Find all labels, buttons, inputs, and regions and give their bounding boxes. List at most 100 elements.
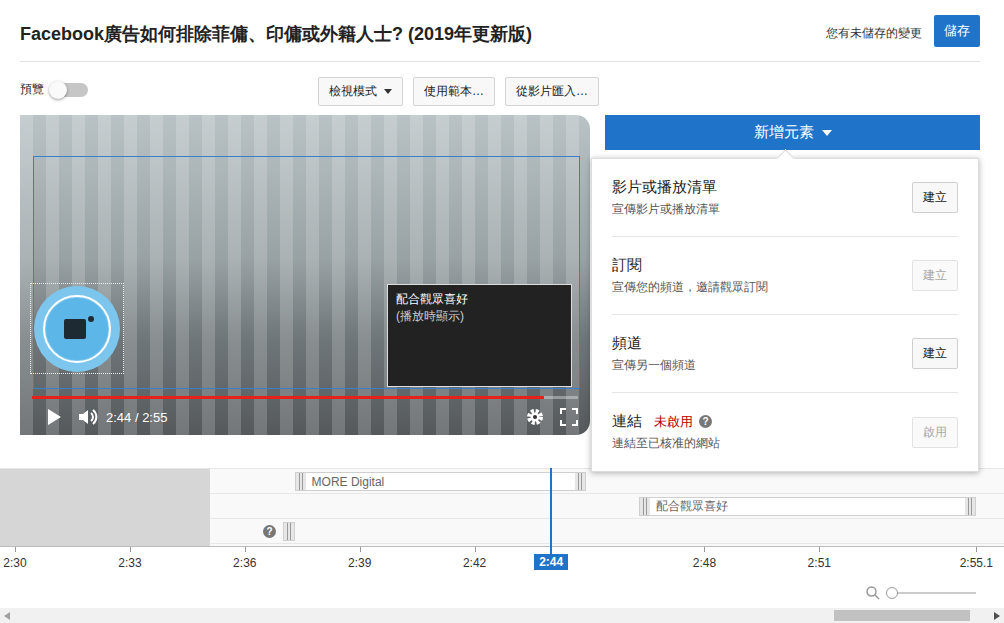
fullscreen-icon[interactable]: [560, 408, 578, 426]
tick-label: 2:33: [118, 556, 141, 570]
tick-label: 2:42: [463, 556, 486, 570]
video-element[interactable]: 配合觀眾喜好 (播放時顯示): [387, 284, 572, 387]
button-label: 從影片匯入…: [516, 83, 588, 100]
menu-item-text: 連結 未啟用 ? 連結至已核准的網站: [612, 412, 902, 452]
menu-item-description: 宣傳您的頻道，邀請觀眾訂閱: [612, 279, 902, 296]
end-screen-editor: Facebook廣告如何排除菲傭、印傭或外籍人士? (2019年更新版) 您有未…: [0, 0, 1004, 623]
scroll-track: [14, 608, 990, 623]
menu-item-title: 頻道: [612, 334, 902, 353]
scroll-right-icon[interactable]: [994, 612, 1000, 620]
tick-label: 2:51: [808, 556, 831, 570]
toolbar: 預覽 檢視模式 使用範本… 從影片匯入…: [0, 77, 1004, 105]
magnifier-icon: [866, 586, 880, 600]
tick-label: 2:55.1: [960, 556, 993, 570]
tick-label: 2:39: [348, 556, 371, 570]
tick-mark: [245, 547, 246, 552]
tick-label: 2:36: [233, 556, 256, 570]
timeline-element[interactable]: [283, 522, 295, 541]
drag-handle[interactable]: [296, 473, 306, 490]
caret-icon: [822, 130, 832, 136]
add-element-menu: 影片或播放清單 宣傳影片或播放清單 建立訂閱 宣傳您的頻道，邀請觀眾訂閱 建立頻…: [591, 158, 979, 472]
create-button[interactable]: 建立: [912, 260, 958, 291]
menu-notch: [776, 149, 794, 167]
player-controls: 2:44 / 2:55: [46, 407, 578, 427]
menu-item: 頻道 宣傳另一個頻道 建立: [612, 315, 958, 393]
horizontal-scrollbar[interactable]: [0, 608, 1004, 623]
add-element-button[interactable]: 新增元素: [605, 115, 980, 150]
drag-handle[interactable]: [640, 498, 650, 515]
menu-item-text: 訂閱 宣傳您的頻道，邀請觀眾訂閱: [612, 256, 902, 296]
time-axis: 2:30 2:33 2:36 2:39 2:42 2:48 2:51 2:55.…: [0, 546, 1004, 574]
tool-buttons: 檢視模式 使用範本… 從影片匯入…: [318, 77, 599, 106]
video-player: 配合觀眾喜好 (播放時顯示) 2:44 / 2:55: [20, 115, 590, 435]
timeline-element[interactable]: 配合觀眾喜好: [639, 497, 976, 516]
menu-item: 連結 未啟用 ? 連結至已核准的網站 啟用: [612, 393, 958, 471]
preview-toggle-group: 預覽: [20, 81, 318, 98]
element-title: 配合觀眾喜好: [396, 291, 563, 308]
progress-bar[interactable]: [32, 396, 578, 399]
tick-label: 2:48: [693, 556, 716, 570]
tick-mark: [976, 547, 977, 552]
settings-gear-icon[interactable]: [526, 408, 544, 426]
menu-item-title: 訂閱: [612, 256, 902, 275]
create-button[interactable]: 建立: [912, 182, 958, 213]
scroll-thumb[interactable]: [834, 610, 971, 621]
menu-item-description: 連結至已核准的網站: [612, 435, 902, 452]
toggle-knob: [49, 81, 67, 99]
menu-item-title: 連結 未啟用 ?: [612, 412, 902, 431]
video-title: Facebook廣告如何排除菲傭、印傭或外籍人士? (2019年更新版): [20, 22, 826, 46]
button-label: 新增元素: [754, 123, 814, 142]
tick-label: 2:30: [3, 556, 26, 570]
create-button[interactable]: 建立: [912, 338, 958, 369]
progress-fill: [32, 396, 544, 399]
scroll-left-icon[interactable]: [4, 612, 10, 620]
playhead-time[interactable]: 2:44: [534, 554, 568, 570]
subscribe-element[interactable]: [30, 283, 124, 374]
save-button[interactable]: 儲存: [934, 15, 980, 47]
volume-icon[interactable]: [78, 408, 98, 426]
menu-item-description: 宣傳另一個頻道: [612, 357, 902, 374]
video-frame: [20, 115, 590, 435]
menu-item-title: 影片或播放清單: [612, 178, 902, 197]
locked-region: [0, 469, 210, 546]
timeline-element-label: 配合觀眾喜好: [656, 498, 959, 515]
element-note: (播放時顯示): [396, 308, 563, 325]
help-icon[interactable]: ?: [699, 415, 712, 428]
create-button[interactable]: 啟用: [912, 417, 958, 448]
timeline-tracks: MORE Digital 配合觀眾喜好 ?: [0, 468, 1004, 546]
menu-item-description: 宣傳影片或播放清單: [612, 201, 902, 218]
tick-mark: [704, 547, 705, 552]
tick-mark: [15, 547, 16, 552]
menu-item-text: 頻道 宣傳另一個頻道: [612, 334, 902, 374]
zoom-knob[interactable]: [886, 587, 898, 599]
drag-handle[interactable]: [575, 473, 585, 490]
preview-toggle[interactable]: [50, 83, 88, 97]
caret-icon: [384, 89, 392, 94]
zoom-control: [866, 586, 976, 600]
toolbar-button[interactable]: 使用範本…: [413, 77, 495, 106]
zoom-slider[interactable]: [888, 592, 976, 594]
play-icon[interactable]: [46, 408, 62, 426]
unsaved-notice: 您有未儲存的變更: [826, 25, 922, 42]
drag-handle[interactable]: [965, 498, 975, 515]
tick-mark: [130, 547, 131, 552]
menu-item-text: 影片或播放清單 宣傳影片或播放清單: [612, 178, 902, 218]
toolbar-button[interactable]: 檢視模式: [318, 77, 403, 106]
drag-handle[interactable]: [284, 523, 294, 540]
tick-mark: [475, 547, 476, 552]
channel-avatar-icon: [33, 285, 121, 373]
menu-item: 訂閱 宣傳您的頻道，邀請觀眾訂閱 建立: [612, 237, 958, 315]
timeline-element-label: MORE Digital: [312, 475, 569, 489]
time-display: 2:44 / 2:55: [106, 410, 167, 425]
toolbar-button[interactable]: 從影片匯入…: [505, 77, 599, 106]
tick-mark: [360, 547, 361, 552]
status-label: 未啟用: [654, 413, 693, 431]
header: Facebook廣告如何排除菲傭、印傭或外籍人士? (2019年更新版) 您有未…: [20, 0, 980, 62]
button-label: 檢視模式: [329, 83, 377, 100]
preview-label: 預覽: [20, 81, 44, 98]
timeline-element[interactable]: MORE Digital: [295, 472, 586, 491]
playhead[interactable]: [550, 468, 552, 556]
help-icon[interactable]: ?: [263, 525, 276, 538]
button-label: 使用範本…: [424, 83, 484, 100]
tick-mark: [819, 547, 820, 552]
